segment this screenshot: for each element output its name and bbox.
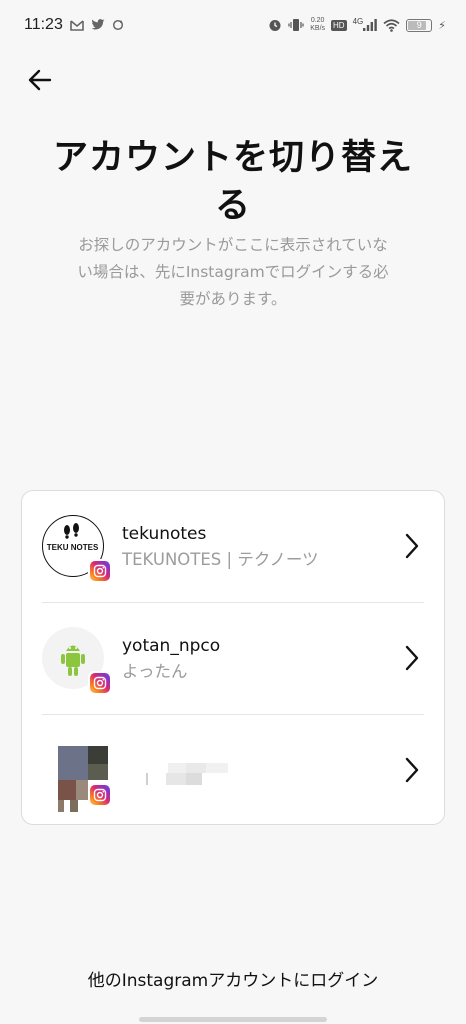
account-row-tekunotes[interactable]: TEKU NOTES tekunotes TEKUNOTES | テクノーツ	[22, 491, 446, 602]
avatar: TEKU NOTES	[42, 515, 112, 583]
account-text: yotan_npco よったん	[122, 635, 220, 687]
account-row-redacted[interactable]	[22, 715, 446, 826]
status-time: 11:23	[24, 16, 63, 33]
subtitle-line1: お探しのアカウントがここに表示されていな	[78, 236, 388, 254]
chevron-right-icon	[402, 755, 422, 785]
logo-text: TEKU NOTES	[47, 543, 99, 552]
instagram-badge-icon	[88, 783, 112, 807]
status-bar: 11:23 0.20 KB/s HD 4G 9 ⚡	[0, 0, 466, 50]
alarm-icon	[268, 18, 282, 32]
account-list: TEKU NOTES tekunotes TEKUNOTES | テクノーツ y…	[21, 490, 445, 825]
status-left: 11:23	[24, 16, 124, 34]
sync-icon	[112, 19, 124, 31]
twitter-icon	[91, 19, 105, 31]
page-subtitle: お探しのアカウントがここに表示されていな い場合は、先にInstagramでログ…	[46, 232, 420, 313]
subtitle-line3: 要があります。	[179, 290, 287, 308]
account-display-name: よったん	[122, 662, 188, 681]
instagram-badge-icon	[88, 671, 112, 695]
wifi-icon	[383, 18, 400, 32]
login-other-account-link[interactable]: 他のInstagramアカウントにログイン	[0, 966, 466, 991]
account-display-name: TEKUNOTES | テクノーツ	[122, 550, 319, 569]
page-title-line1: アカウントを切り替え	[52, 138, 413, 178]
battery-icon: 9	[406, 18, 433, 32]
back-button[interactable]	[26, 66, 54, 94]
account-text: tekunotes TEKUNOTES | テクノーツ	[122, 523, 319, 575]
back-arrow-icon	[28, 69, 52, 91]
home-indicator[interactable]	[139, 1017, 327, 1022]
page-title-line2: る	[214, 186, 251, 226]
avatar	[42, 739, 112, 812]
chevron-right-icon	[402, 643, 422, 673]
account-row-yotan-npco[interactable]: yotan_npco よったん	[22, 603, 446, 714]
chevron-right-icon	[402, 531, 422, 561]
account-username: yotan_npco	[122, 636, 221, 656]
net-speed-unit: KB/s	[310, 25, 326, 32]
charging-icon: ⚡	[438, 18, 446, 32]
page-title: アカウントを切り替え る	[40, 134, 426, 230]
hd-badge: HD	[331, 19, 347, 31]
subtitle-line2: い場合は、先にInstagramでログインする必	[77, 263, 389, 281]
network-type-label: 4G	[352, 16, 364, 26]
battery-level: 9	[416, 20, 422, 30]
net-speed: 0.20 KB/s	[310, 17, 325, 33]
avatar	[42, 627, 112, 695]
vibrate-icon	[288, 18, 304, 32]
gmail-icon	[70, 19, 84, 31]
status-right: 0.20 KB/s HD 4G 9 ⚡	[268, 17, 446, 33]
signal-icon: 4G	[352, 16, 378, 31]
account-username: tekunotes	[122, 524, 207, 544]
pixelated-username	[146, 763, 228, 793]
instagram-badge-icon	[88, 559, 112, 583]
net-speed-value: 0.20	[310, 17, 325, 24]
